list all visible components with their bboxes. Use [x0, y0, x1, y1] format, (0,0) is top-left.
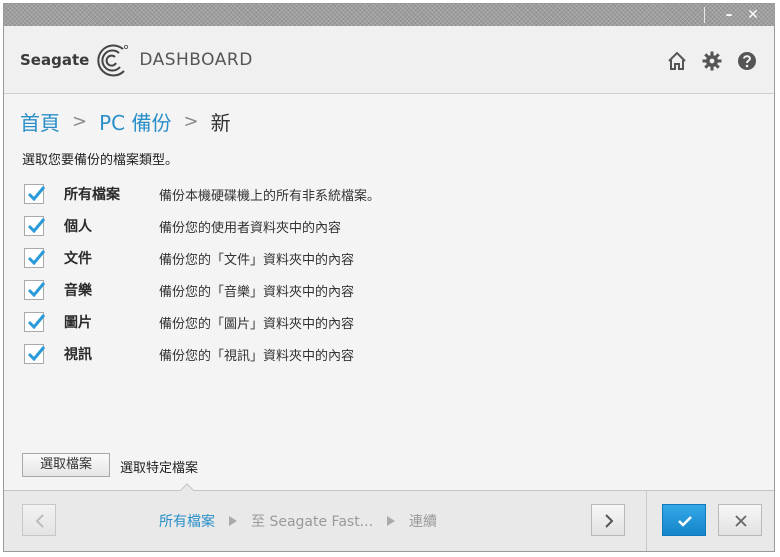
- app-name: DASHBOARD: [139, 50, 253, 70]
- breadcrumb-separator: >: [183, 110, 199, 132]
- dashboard-window: – ✕ Seagate DASHBOARD 首頁 > PC 備份 > 新 選取您…: [3, 3, 775, 552]
- step-pointer-icon: [180, 483, 194, 491]
- all-files-checkbox[interactable]: [24, 184, 46, 204]
- music-checkbox[interactable]: [24, 280, 46, 300]
- instruction-text: 選取您要備份的檔案類型。: [22, 153, 179, 168]
- footer-divider: [646, 491, 647, 551]
- breadcrumb-separator: >: [72, 110, 88, 132]
- close-window-button[interactable]: ✕: [742, 4, 764, 26]
- brand-name: Seagate: [20, 51, 90, 69]
- breadcrumb: 首頁 > PC 備份 > 新: [20, 106, 231, 136]
- home-icon[interactable]: [666, 50, 688, 72]
- pictures-checkbox[interactable]: [24, 312, 46, 332]
- file-type-label: 所有檔案: [64, 187, 120, 203]
- videos-checkbox[interactable]: [24, 344, 46, 364]
- confirm-button[interactable]: [662, 504, 706, 536]
- file-type-row-personal: 個人 備份您的使用者資料夾中的內容: [22, 210, 722, 242]
- back-button[interactable]: [22, 504, 56, 536]
- header: Seagate DASHBOARD: [4, 26, 774, 94]
- wizard-steps: 所有檔案 至 Seagate Fast... 連續: [159, 511, 437, 531]
- check-icon: [27, 186, 46, 202]
- checkmark-icon: [678, 516, 692, 527]
- cancel-button[interactable]: [718, 504, 762, 536]
- select-files-text: 選取特定檔案: [120, 461, 199, 476]
- next-button[interactable]: [591, 504, 625, 536]
- brand: Seagate DASHBOARD: [20, 40, 253, 80]
- breadcrumb-pc-backup[interactable]: PC 備份: [99, 107, 171, 136]
- chevron-left-icon: [35, 514, 44, 528]
- file-type-description: 備份您的「文件」資料夾中的內容: [159, 253, 355, 268]
- file-type-description: 備份您的「音樂」資料夾中的內容: [159, 285, 355, 300]
- file-type-row-videos: 視訊 備份您的「視訊」資料夾中的內容: [22, 338, 722, 370]
- documents-checkbox[interactable]: [24, 248, 46, 268]
- chevron-right-icon: [605, 514, 614, 528]
- file-type-row-documents: 文件 備份您的「文件」資料夾中的內容: [22, 242, 722, 274]
- title-bar[interactable]: – ✕: [4, 4, 774, 26]
- file-type-description: 備份您的「視訊」資料夾中的內容: [159, 349, 355, 364]
- file-type-row-music: 音樂 備份您的「音樂」資料夾中的內容: [22, 274, 722, 306]
- check-icon: [27, 346, 46, 362]
- step-arrow-icon: [387, 516, 396, 526]
- file-type-label: 文件: [64, 251, 92, 267]
- step-all-files: 所有檔案: [159, 514, 215, 530]
- step-arrow-icon: [229, 516, 237, 526]
- check-icon: [27, 250, 46, 266]
- file-type-label: 圖片: [64, 315, 92, 331]
- breadcrumb-current: 新: [210, 110, 231, 135]
- check-icon: [27, 282, 46, 298]
- personal-checkbox[interactable]: [24, 216, 46, 236]
- file-type-label: 音樂: [64, 283, 92, 299]
- check-icon: [27, 314, 46, 330]
- seagate-logo-icon: [97, 44, 129, 77]
- check-icon: [27, 218, 46, 234]
- minimize-button[interactable]: –: [718, 4, 740, 26]
- breadcrumb-home[interactable]: 首頁: [20, 107, 60, 136]
- file-type-label: 個人: [64, 219, 92, 235]
- select-files-button[interactable]: 選取檔案: [22, 453, 110, 477]
- title-bar-divider: [704, 7, 705, 23]
- gear-icon[interactable]: [701, 50, 723, 72]
- file-type-description: 備份您的「圖片」資料夾中的內容: [159, 317, 355, 332]
- file-type-description: 備份您的使用者資料夾中的內容: [159, 221, 342, 236]
- file-type-description: 備份本機硬碟機上的所有非系統檔案。: [159, 189, 381, 204]
- close-icon: [735, 515, 747, 527]
- file-type-row-all: 所有檔案 備份本機硬碟機上的所有非系統檔案。: [22, 178, 722, 210]
- file-type-row-pictures: 圖片 備份您的「圖片」資料夾中的內容: [22, 306, 722, 338]
- help-icon[interactable]: [736, 50, 758, 72]
- step-destination: 至 Seagate Fast...: [251, 514, 374, 530]
- step-continuous: 連續: [409, 514, 438, 530]
- file-type-label: 視訊: [64, 347, 92, 363]
- file-type-list: 所有檔案 備份本機硬碟機上的所有非系統檔案。 個人 備份您的使用者資料夾中的內容…: [22, 178, 722, 370]
